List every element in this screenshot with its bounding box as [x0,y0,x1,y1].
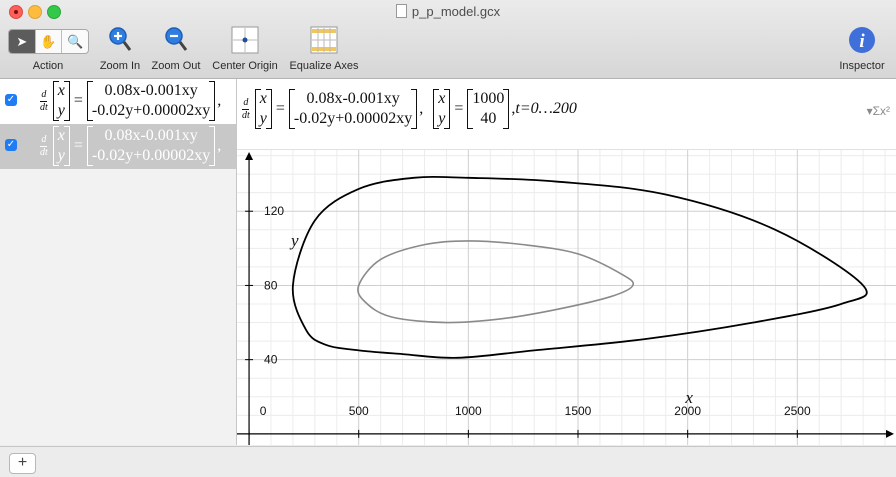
x-tick-label: 1500 [565,404,592,418]
y-axis-label: y [289,231,299,250]
checkmark-icon[interactable]: ✓ [5,94,17,106]
graph-panel[interactable]: 0 500 1000 1500 2000 2500 40 80 120 x y [237,150,896,445]
time-range: t=0…200 [515,100,577,117]
zoom-out-icon [165,27,188,51]
inner-trajectory [357,240,635,324]
equation-display: d dt xy = 0.08x-0.001xy -0.02y+0.00002xy ,… [242,89,577,129]
app-window: p_p_model.gcx ➤ ✋ 🔍 Action Zoom In Zoom … [0,0,896,477]
x-tick-label: 2500 [784,404,811,418]
center-origin-label: Center Origin [212,60,278,72]
info-icon: i [849,27,875,53]
y-tick-label: 80 [264,278,278,292]
sigma-icon[interactable]: ▾Σx² [867,104,890,118]
x-tick-label: 500 [349,404,369,418]
equation-list-item-selected[interactable]: ✓ d dt xy = 0.08x-0.001xy -0.02y+0.00002xy… [0,124,236,169]
bottom-bar: + [0,446,896,477]
zoom-in-icon [109,27,132,51]
equalize-axes-label: Equalize Axes [289,60,359,72]
equalize-axes-icon [310,26,338,54]
action-label: Action [32,60,64,72]
add-equation-button[interactable]: + [9,453,36,474]
checkmark-icon[interactable]: ✓ [5,139,17,151]
equation-list-sidebar: ✓ d dt xy = 0.08x-0.001xy -0.02y+0.00002xy… [0,79,237,445]
y-tick-label: 40 [264,353,278,367]
magnifier-icon[interactable]: 🔍 [62,30,88,53]
x-tick-label: 0 [260,404,267,418]
x-tick-label: 1000 [455,404,482,418]
document-icon [395,4,407,18]
y-tick-label: 120 [264,204,284,218]
inspector-label: Inspector [839,60,885,72]
hand-icon[interactable]: ✋ [36,30,63,53]
zoom-out-label: Zoom Out [151,60,201,72]
arrow-cursor-icon[interactable]: ➤ [9,30,36,53]
zoom-in-label: Zoom In [99,60,141,72]
center-origin-icon [231,26,259,54]
action-segmented-control[interactable]: ➤ ✋ 🔍 [8,29,89,54]
phase-plot[interactable]: 0 500 1000 1500 2000 25004080120xy [237,150,896,445]
equation-editor[interactable]: d dt xy = 0.08x-0.001xy -0.02y+0.00002xy ,… [237,79,896,150]
toolbar: p_p_model.gcx ➤ ✋ 🔍 Action Zoom In Zoom … [0,0,896,79]
x-axis-label: x [684,388,693,407]
equation-preview: d dt xy = 0.08x-0.001xy -0.02y+0.00002xy , [40,81,222,121]
equation-list-item[interactable]: ✓ d dt xy = 0.08x-0.001xy -0.02y+0.00002xy… [0,79,236,124]
svg-text:i: i [859,31,865,52]
x-axis-arrow [886,429,894,438]
window-title: p_p_model.gcx [0,4,896,19]
equation-preview: d dt xy = 0.08x-0.001xy -0.02y+0.00002xy , [40,126,222,166]
